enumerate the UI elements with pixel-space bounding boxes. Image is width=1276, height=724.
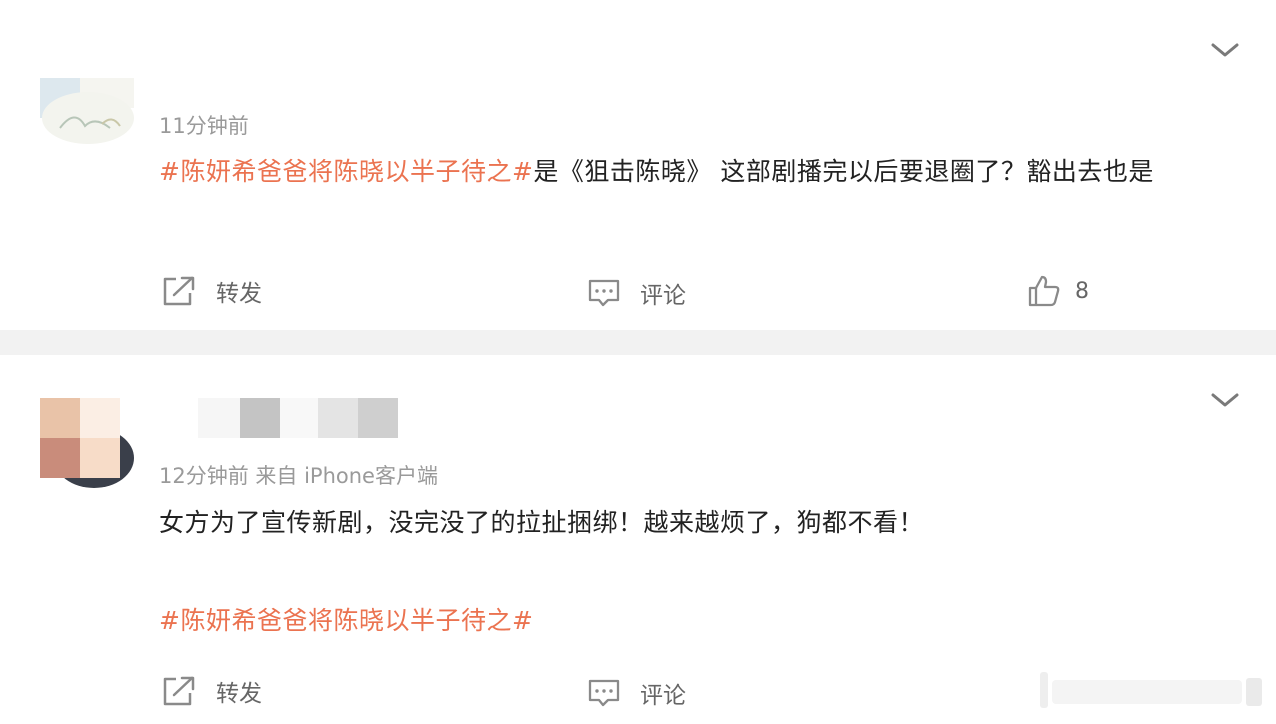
repost-button[interactable]: 转发	[162, 274, 262, 308]
username-redacted	[240, 398, 280, 438]
post-body-text: 是《狙击陈晓》 这部剧播完以后要退圈了？豁出去也是	[533, 157, 1154, 186]
comment-label: 评论	[640, 683, 686, 709]
post-card-1: 11分钟前 #陈妍希爸爸将陈晓以半子待之#是《狙击陈晓》 这部剧播完以后要退圈了…	[0, 0, 1276, 330]
comment-button[interactable]: 评论	[588, 276, 686, 310]
hashtag-link[interactable]: #陈妍希爸爸将陈晓以半子待之#	[159, 606, 533, 635]
comment-icon	[588, 278, 620, 308]
avatar[interactable]	[40, 398, 134, 494]
share-icon	[162, 275, 196, 307]
like-count: 8	[1075, 278, 1089, 304]
repost-button[interactable]: 转发	[162, 674, 262, 708]
chevron-down-icon[interactable]	[1210, 390, 1240, 410]
post-card-2: 12分钟前 来自 iPhone客户端 女方为了宣传新剧，没完没了的拉扯捆绑！越来…	[0, 355, 1276, 724]
comment-button[interactable]: 评论	[588, 676, 686, 710]
post-hashtag-line: #陈妍希爸爸将陈晓以半子待之#	[159, 601, 533, 637]
watermark-logo	[1036, 670, 1266, 714]
post-timestamp: 11分钟前	[159, 114, 249, 138]
post-body-text: 女方为了宣传新剧，没完没了的拉扯捆绑！越来越烦了，狗都不看！	[159, 508, 925, 537]
repost-label: 转发	[216, 681, 262, 707]
post-text: #陈妍希爸爸将陈晓以半子待之#是《狙击陈晓》 这部剧播完以后要退圈了？豁出去也是	[159, 152, 1154, 188]
username-redacted	[198, 398, 240, 438]
comment-icon	[588, 678, 620, 708]
share-icon	[162, 675, 196, 707]
like-button[interactable]: 8	[1027, 274, 1089, 308]
username-redacted	[318, 398, 358, 438]
username-redacted	[358, 398, 398, 438]
repost-label: 转发	[216, 281, 262, 307]
chevron-down-icon[interactable]	[1210, 40, 1240, 60]
thumbs-up-icon	[1027, 274, 1061, 308]
avatar[interactable]	[40, 78, 134, 144]
hashtag-link[interactable]: #陈妍希爸爸将陈晓以半子待之#	[159, 157, 533, 186]
username-redacted	[280, 398, 318, 438]
post-timestamp-source: 12分钟前 来自 iPhone客户端	[159, 464, 438, 488]
comment-label: 评论	[640, 283, 686, 309]
